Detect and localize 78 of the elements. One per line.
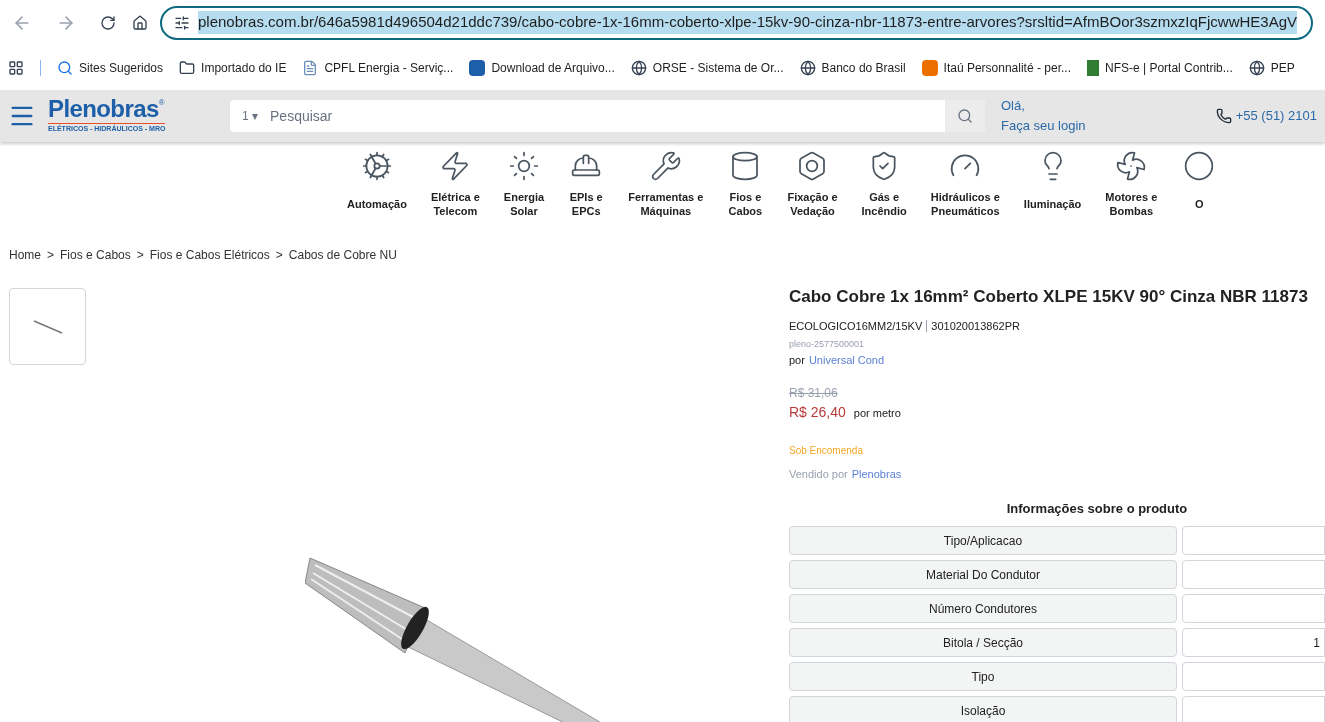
breadcrumb-link[interactable]: Cabos de Cobre NU: [288, 246, 397, 264]
thumbnail[interactable]: [9, 288, 86, 365]
sku-text: pleno-2577500001: [789, 338, 866, 351]
category-link[interactable]: Gás e Incêndio: [849, 150, 919, 218]
bookmark[interactable]: Download de Arquivo...: [469, 58, 615, 77]
globe-icon: [1248, 59, 1265, 76]
bookmark[interactable]: Sites Sugeridos: [57, 58, 164, 77]
bookmark[interactable]: ORSE - Sistema de Or...: [630, 58, 784, 77]
product-model: ECOLOGICO16MM2/15KV: [789, 318, 923, 334]
breadcrumb-separator: >: [47, 247, 55, 264]
price-unit: por metro: [853, 406, 901, 421]
breadcrumb-link[interactable]: Fios e Cabos Elétricos: [149, 246, 270, 264]
category-link[interactable]: Fixação e Vedação: [775, 150, 850, 218]
seller-prefix: Vendido por: [789, 467, 848, 482]
category-link[interactable]: Ferramentas e Máquinas: [616, 150, 716, 218]
seller-link[interactable]: Plenobras: [851, 466, 902, 483]
globe-icon: [799, 59, 816, 76]
category-link[interactable]: Fios e Cabos: [715, 150, 776, 218]
phone-icon: [1215, 108, 1232, 124]
category-link[interactable]: Automação: [335, 150, 419, 218]
search-icon: [57, 59, 73, 76]
logo-text[interactable]: Plenobras: [48, 97, 159, 122]
search-scope-select[interactable]: 1 ▾: [230, 107, 271, 125]
spec-label-cell: Material Do Condutor: [789, 560, 1177, 589]
category-link[interactable]: Energia Solar: [491, 150, 557, 218]
search-icon: [957, 108, 973, 124]
search-field[interactable]: 1 ▾ Pesquisar: [230, 100, 985, 132]
search-input[interactable]: Pesquisar: [270, 105, 945, 127]
apps-icon[interactable]: [8, 59, 24, 76]
category-link[interactable]: Elétrica e Telecom: [418, 150, 492, 218]
address-bar[interactable]: plenobras.com.br/646a5981d496504d21ddc739/cabo-cobre-1x-16mm-coberto-xlpe-15kv-90-cinza-nbr-11873-entre-arvores?srsltid=AfmBOor3szmxzIqFjcwwHE3AgV: [160, 5, 1313, 40]
bookmark[interactable]: NFS-e | Portal Contrib...: [1086, 58, 1233, 77]
circle-icon: [1183, 150, 1216, 182]
reload-icon[interactable]: [100, 14, 116, 31]
phone-number[interactable]: +55 (51) 2101: [1235, 106, 1317, 126]
login-link[interactable]: Faça seu login: [1001, 116, 1086, 136]
category-link[interactable]: Motores e Bombas: [1093, 150, 1170, 218]
search-button[interactable]: [945, 100, 985, 132]
spec-label-cell: Tipo: [789, 662, 1177, 691]
breadcrumb-separator: >: [275, 247, 283, 264]
breadcrumb-link[interactable]: Home: [9, 246, 41, 264]
breadcrumb-separator: >: [136, 247, 144, 264]
breadcrumb-link[interactable]: Fios e Cabos: [60, 246, 131, 264]
bookmark[interactable]: Banco do Brasil: [799, 58, 906, 77]
site-info-icon[interactable]: [174, 14, 190, 31]
url-text: plenobras.com.br/646a5981d496504d21ddc739/cabo-cobre-1x-16mm-coberto-xlpe-15kv-90-cinza-nbr-11873-entre-arvores?srsltid=AfmBOor3szmxzIqFjcwwHE3AgV: [198, 11, 1297, 34]
specs-title: Informações sobre o produto: [1006, 499, 1188, 518]
registered-mark: ®: [158, 97, 165, 108]
spec-label-cell: Número Condutores: [789, 594, 1177, 623]
gear-icon: [360, 150, 393, 182]
document-icon: [302, 59, 319, 76]
old-price: R$ 31,06: [789, 385, 839, 402]
bookmark[interactable]: CPFL Energia - Serviç...: [302, 58, 454, 77]
price: R$ 26,40: [789, 403, 846, 422]
spec-label-cell: Isolação: [789, 696, 1177, 722]
category-link[interactable]: EPIs e EPCs: [556, 150, 617, 218]
sun-icon: [508, 150, 540, 182]
brand-prefix: por: [789, 352, 805, 368]
globe-icon: [630, 59, 647, 76]
category-link[interactable]: Hidráulicos e Pneumáticos: [918, 150, 1012, 218]
category-link[interactable]: Iluminação: [1011, 150, 1094, 218]
bookmark[interactable]: Importado do IE: [179, 58, 287, 77]
bookmark[interactable]: Itaú Personnalité - per...: [921, 58, 1071, 77]
home-icon[interactable]: [132, 14, 148, 31]
spec-label-cell: Bitola / Secção: [789, 628, 1177, 657]
category-link[interactable]: O: [1169, 150, 1230, 218]
cable-thumbnail-drawing: [32, 319, 63, 334]
spec-label-cell: Tipo/Aplicacao: [789, 526, 1177, 555]
product-title: Cabo Cobre 1x 16mm² Coberto XLPE 15KV 90° Cinza NBR 11873: [789, 286, 1309, 308]
folder-icon: [179, 59, 196, 76]
logo-icon: [921, 59, 938, 76]
bookmark[interactable]: PEP: [1248, 58, 1295, 77]
product-code: 301020013862PR: [931, 318, 1020, 334]
brand-link[interactable]: Universal Cond: [808, 351, 885, 368]
availability-text: Sob Encomenda: [789, 444, 864, 458]
greeting-text: Olá,: [1001, 97, 1026, 115]
wrench-icon: [649, 150, 682, 182]
spec-value-cell: 1: [1182, 628, 1325, 657]
